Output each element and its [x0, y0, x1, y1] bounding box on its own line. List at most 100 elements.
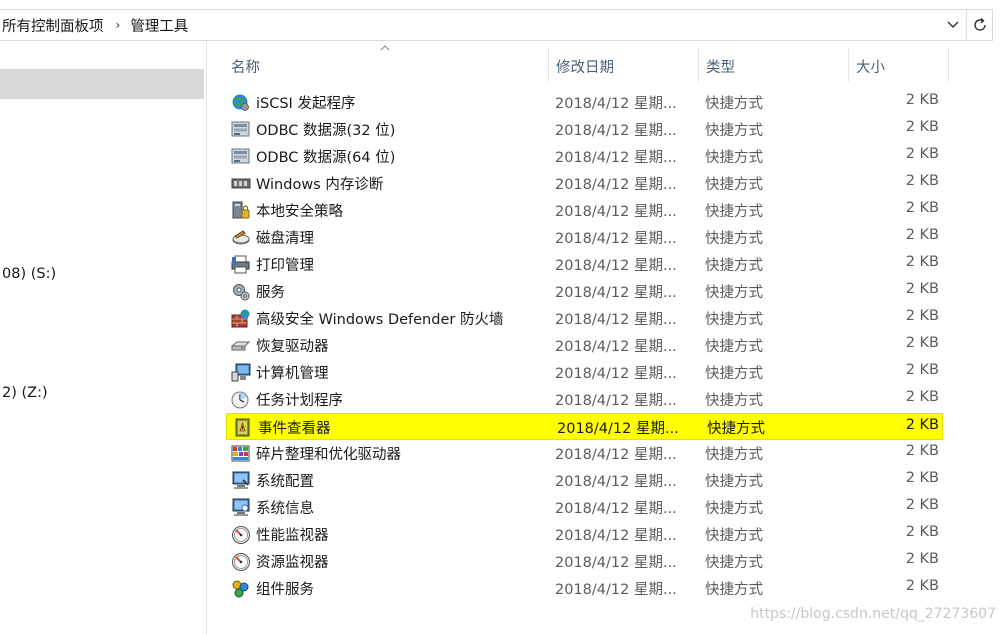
file-date: 2018/4/12 星期... — [555, 582, 677, 598]
file-date: 2018/4/12 星期... — [555, 501, 677, 517]
file-list: iSCSI 发起程序 2018/4/12 星期... 快捷方式 2 KB ODBC 数据… — [0, 0, 1005, 634]
file-size: 2 KB — [905, 443, 939, 459]
file-list-item[interactable]: 服务 2018/4/12 星期... 快捷方式 2 KB — [225, 278, 942, 305]
file-date: 2018/4/12 星期... — [555, 96, 677, 112]
file-type: 快捷方式 — [705, 150, 763, 166]
file-name: 系统配置 — [256, 474, 314, 490]
file-name: Windows 内存诊断 — [256, 177, 384, 193]
disk-cleanup-icon — [232, 230, 250, 245]
database-icon — [231, 121, 250, 137]
file-type: 快捷方式 — [705, 204, 763, 220]
defrag-icon — [231, 445, 250, 462]
file-type: 快捷方式 — [705, 177, 763, 193]
file-type: 快捷方式 — [705, 393, 763, 409]
file-date: 2018/4/12 星期... — [555, 528, 677, 544]
file-date: 2018/4/12 星期... — [555, 285, 677, 301]
file-type: 快捷方式 — [707, 421, 765, 437]
memory-chip-icon — [231, 178, 251, 189]
file-size: 2 KB — [905, 308, 939, 324]
file-list-item[interactable]: 计算机管理 2018/4/12 星期... 快捷方式 2 KB — [225, 359, 942, 386]
globe-icon — [232, 94, 249, 111]
file-date: 2018/4/12 星期... — [555, 474, 677, 490]
file-type: 快捷方式 — [705, 366, 763, 382]
file-name: 组件服务 — [256, 582, 314, 598]
file-date: 2018/4/12 星期... — [555, 150, 677, 166]
file-size: 2 KB — [905, 92, 939, 108]
file-list-item[interactable]: 任务计划程序 2018/4/12 星期... 快捷方式 2 KB — [225, 386, 942, 413]
event-viewer-icon — [235, 418, 250, 437]
file-name: 计算机管理 — [256, 366, 329, 382]
file-list-item[interactable]: 性能监视器 2018/4/12 星期... 快捷方式 2 KB — [225, 521, 942, 548]
file-name: 事件查看器 — [258, 421, 331, 437]
file-size: 2 KB — [905, 281, 939, 297]
file-size: 2 KB — [905, 362, 939, 378]
file-name: 性能监视器 — [256, 528, 329, 544]
file-date: 2018/4/12 星期... — [555, 555, 677, 571]
file-list-item[interactable]: 磁盘清理 2018/4/12 星期... 快捷方式 2 KB — [225, 224, 942, 251]
file-list-item[interactable]: 事件查看器 2018/4/12 星期... 快捷方式 2 KB — [226, 413, 943, 440]
firewall-icon — [231, 309, 250, 328]
computer-management-icon — [231, 363, 251, 382]
file-size: 2 KB — [905, 146, 939, 162]
file-name: ODBC 数据源(64 位) — [256, 150, 396, 166]
file-name: 任务计划程序 — [256, 393, 343, 409]
file-type: 快捷方式 — [705, 474, 763, 490]
file-list-item[interactable]: ODBC 数据源(64 位) 2018/4/12 星期... 快捷方式 2 KB — [225, 143, 942, 170]
file-name: 系统信息 — [256, 501, 314, 517]
file-list-item[interactable]: 碎片整理和优化驱动器 2018/4/12 星期... 快捷方式 2 KB — [225, 440, 942, 467]
component-services-icon — [232, 580, 249, 598]
file-name: 磁盘清理 — [256, 231, 314, 247]
file-list-item[interactable]: 高级安全 Windows Defender 防火墙 2018/4/12 星期...… — [225, 305, 942, 332]
file-size: 2 KB — [905, 417, 939, 433]
system-config-icon — [232, 471, 250, 489]
clock-icon — [231, 391, 249, 409]
file-size: 2 KB — [905, 551, 939, 567]
file-type: 快捷方式 — [705, 285, 763, 301]
file-size: 2 KB — [905, 578, 939, 594]
file-list-item[interactable]: iSCSI 发起程序 2018/4/12 星期... 快捷方式 2 KB — [225, 89, 942, 116]
file-date: 2018/4/12 星期... — [555, 123, 677, 139]
file-name: 资源监视器 — [256, 555, 329, 571]
file-type: 快捷方式 — [705, 123, 763, 139]
printer-icon — [231, 255, 250, 274]
system-info-icon — [232, 498, 250, 516]
file-size: 2 KB — [905, 200, 939, 216]
file-size: 2 KB — [905, 173, 939, 189]
file-size: 2 KB — [905, 335, 939, 351]
file-list-item[interactable]: 恢复驱动器 2018/4/12 星期... 快捷方式 2 KB — [225, 332, 942, 359]
file-type: 快捷方式 — [705, 582, 763, 598]
file-size: 2 KB — [905, 227, 939, 243]
file-type: 快捷方式 — [705, 258, 763, 274]
file-list-item[interactable]: 打印管理 2018/4/12 星期... 快捷方式 2 KB — [225, 251, 942, 278]
file-name: 打印管理 — [256, 258, 314, 274]
file-size: 2 KB — [905, 119, 939, 135]
file-name: 恢复驱动器 — [256, 339, 329, 355]
file-name: ODBC 数据源(32 位) — [256, 123, 396, 139]
file-date: 2018/4/12 星期... — [555, 339, 677, 355]
file-type: 快捷方式 — [705, 312, 763, 328]
file-list-item[interactable]: Windows 内存诊断 2018/4/12 星期... 快捷方式 2 KB — [225, 170, 942, 197]
file-list-item[interactable]: 本地安全策略 2018/4/12 星期... 快捷方式 2 KB — [225, 197, 942, 224]
file-name: iSCSI 发起程序 — [256, 96, 356, 112]
file-name: 碎片整理和优化驱动器 — [256, 447, 401, 463]
file-type: 快捷方式 — [705, 96, 763, 112]
file-size: 2 KB — [905, 524, 939, 540]
file-list-item[interactable]: 资源监视器 2018/4/12 星期... 快捷方式 2 KB — [225, 548, 942, 575]
file-list-item[interactable]: 系统信息 2018/4/12 星期... 快捷方式 2 KB — [225, 494, 942, 521]
file-type: 快捷方式 — [705, 555, 763, 571]
file-date: 2018/4/12 星期... — [555, 177, 677, 193]
file-list-item[interactable]: ODBC 数据源(32 位) 2018/4/12 星期... 快捷方式 2 KB — [225, 116, 942, 143]
security-policy-icon — [232, 201, 250, 219]
gauge-icon — [232, 526, 250, 544]
file-size: 2 KB — [905, 470, 939, 486]
file-list-item[interactable]: 系统配置 2018/4/12 星期... 快捷方式 2 KB — [225, 467, 942, 494]
file-date: 2018/4/12 星期... — [555, 231, 677, 247]
file-date: 2018/4/12 星期... — [557, 421, 679, 437]
file-type: 快捷方式 — [705, 339, 763, 355]
file-list-item[interactable]: 组件服务 2018/4/12 星期... 快捷方式 2 KB — [225, 575, 942, 602]
file-date: 2018/4/12 星期... — [555, 366, 677, 382]
file-type: 快捷方式 — [705, 528, 763, 544]
gauge-icon — [232, 553, 250, 571]
file-name: 服务 — [256, 285, 285, 301]
database-icon — [231, 148, 250, 164]
